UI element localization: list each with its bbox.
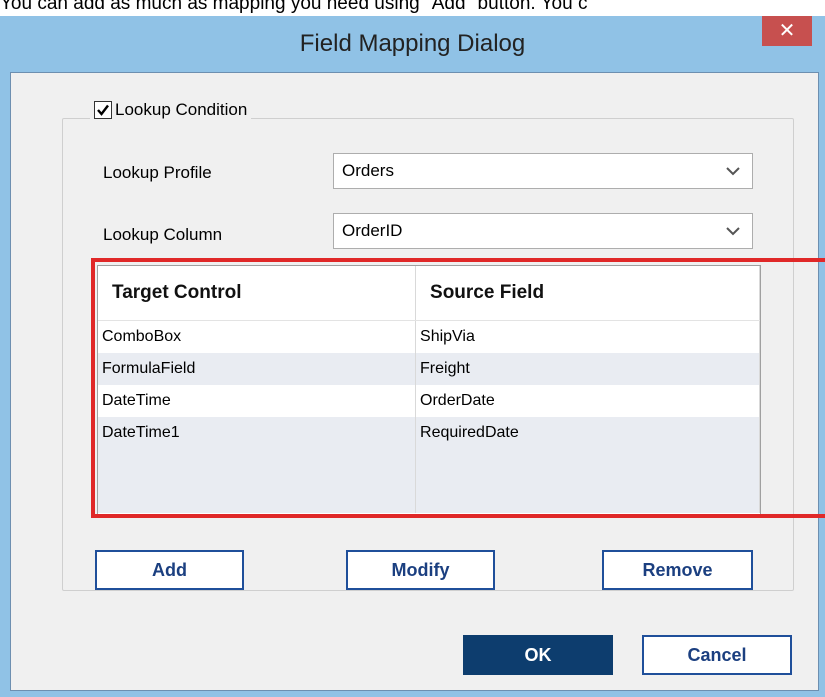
chevron-down-icon	[726, 214, 740, 248]
column-header-target-control[interactable]: Target Control	[98, 266, 417, 321]
lookup-column-value: OrderID	[342, 221, 403, 240]
lookup-profile-select[interactable]: Orders	[333, 153, 753, 189]
field-mapping-dialog: Field Mapping Dialog ✕ Lookup Condition …	[0, 16, 825, 697]
add-button[interactable]: Add	[95, 550, 244, 590]
modify-button[interactable]: Modify	[346, 550, 495, 590]
empty-table-row	[98, 480, 760, 513]
source-field-cell: RequiredDate	[415, 416, 760, 449]
target-control-cell: FormulaField	[98, 352, 417, 385]
table-row[interactable]: DateTime1 RequiredDate	[98, 416, 760, 449]
table-row[interactable]: FormulaField Freight	[98, 352, 760, 385]
source-field-cell: Freight	[415, 352, 760, 385]
empty-cell	[98, 448, 417, 481]
lookup-condition-checkbox[interactable]	[94, 101, 112, 119]
table-row[interactable]: DateTime OrderDate	[98, 384, 760, 417]
mapping-grid[interactable]: Target Control Source Field ComboBox Shi…	[97, 265, 761, 516]
chevron-down-icon	[726, 154, 740, 188]
lookup-condition-toggle[interactable]: Lookup Condition	[90, 96, 252, 124]
source-field-cell: ShipVia	[415, 320, 760, 353]
lookup-condition-label: Lookup Condition	[115, 100, 248, 119]
empty-cell	[415, 448, 760, 481]
target-control-cell: DateTime1	[98, 416, 417, 449]
empty-cell	[98, 480, 417, 513]
checkmark-icon	[97, 104, 109, 116]
target-control-cell: ComboBox	[98, 320, 417, 353]
dialog-title: Field Mapping Dialog	[299, 30, 526, 57]
table-row[interactable]: ComboBox ShipVia	[98, 320, 760, 353]
source-field-cell: OrderDate	[415, 384, 760, 417]
lookup-profile-label: Lookup Profile	[103, 163, 212, 182]
page-caption-text: You can add as much as mapping you need …	[0, 0, 588, 14]
empty-table-row	[98, 448, 760, 481]
lookup-profile-value: Orders	[342, 161, 394, 180]
lookup-column-label: Lookup Column	[103, 225, 223, 244]
cancel-button[interactable]: Cancel	[642, 635, 792, 675]
remove-button[interactable]: Remove	[602, 550, 753, 590]
lookup-column-select[interactable]: OrderID	[333, 213, 753, 249]
empty-cell	[415, 480, 760, 513]
column-header-source-field[interactable]: Source Field	[415, 266, 760, 321]
table-header-row: Target Control Source Field	[98, 266, 760, 321]
mapping-table: Target Control Source Field ComboBox Shi…	[98, 266, 760, 513]
ok-button[interactable]: OK	[463, 635, 613, 675]
close-icon: ✕	[778, 20, 796, 42]
dialog-titlebar: Field Mapping Dialog ✕	[0, 16, 825, 72]
target-control-cell: DateTime	[98, 384, 417, 417]
close-button[interactable]: ✕	[762, 16, 812, 46]
dialog-client-area: Lookup Condition Lookup Profile Orders L…	[10, 72, 825, 691]
